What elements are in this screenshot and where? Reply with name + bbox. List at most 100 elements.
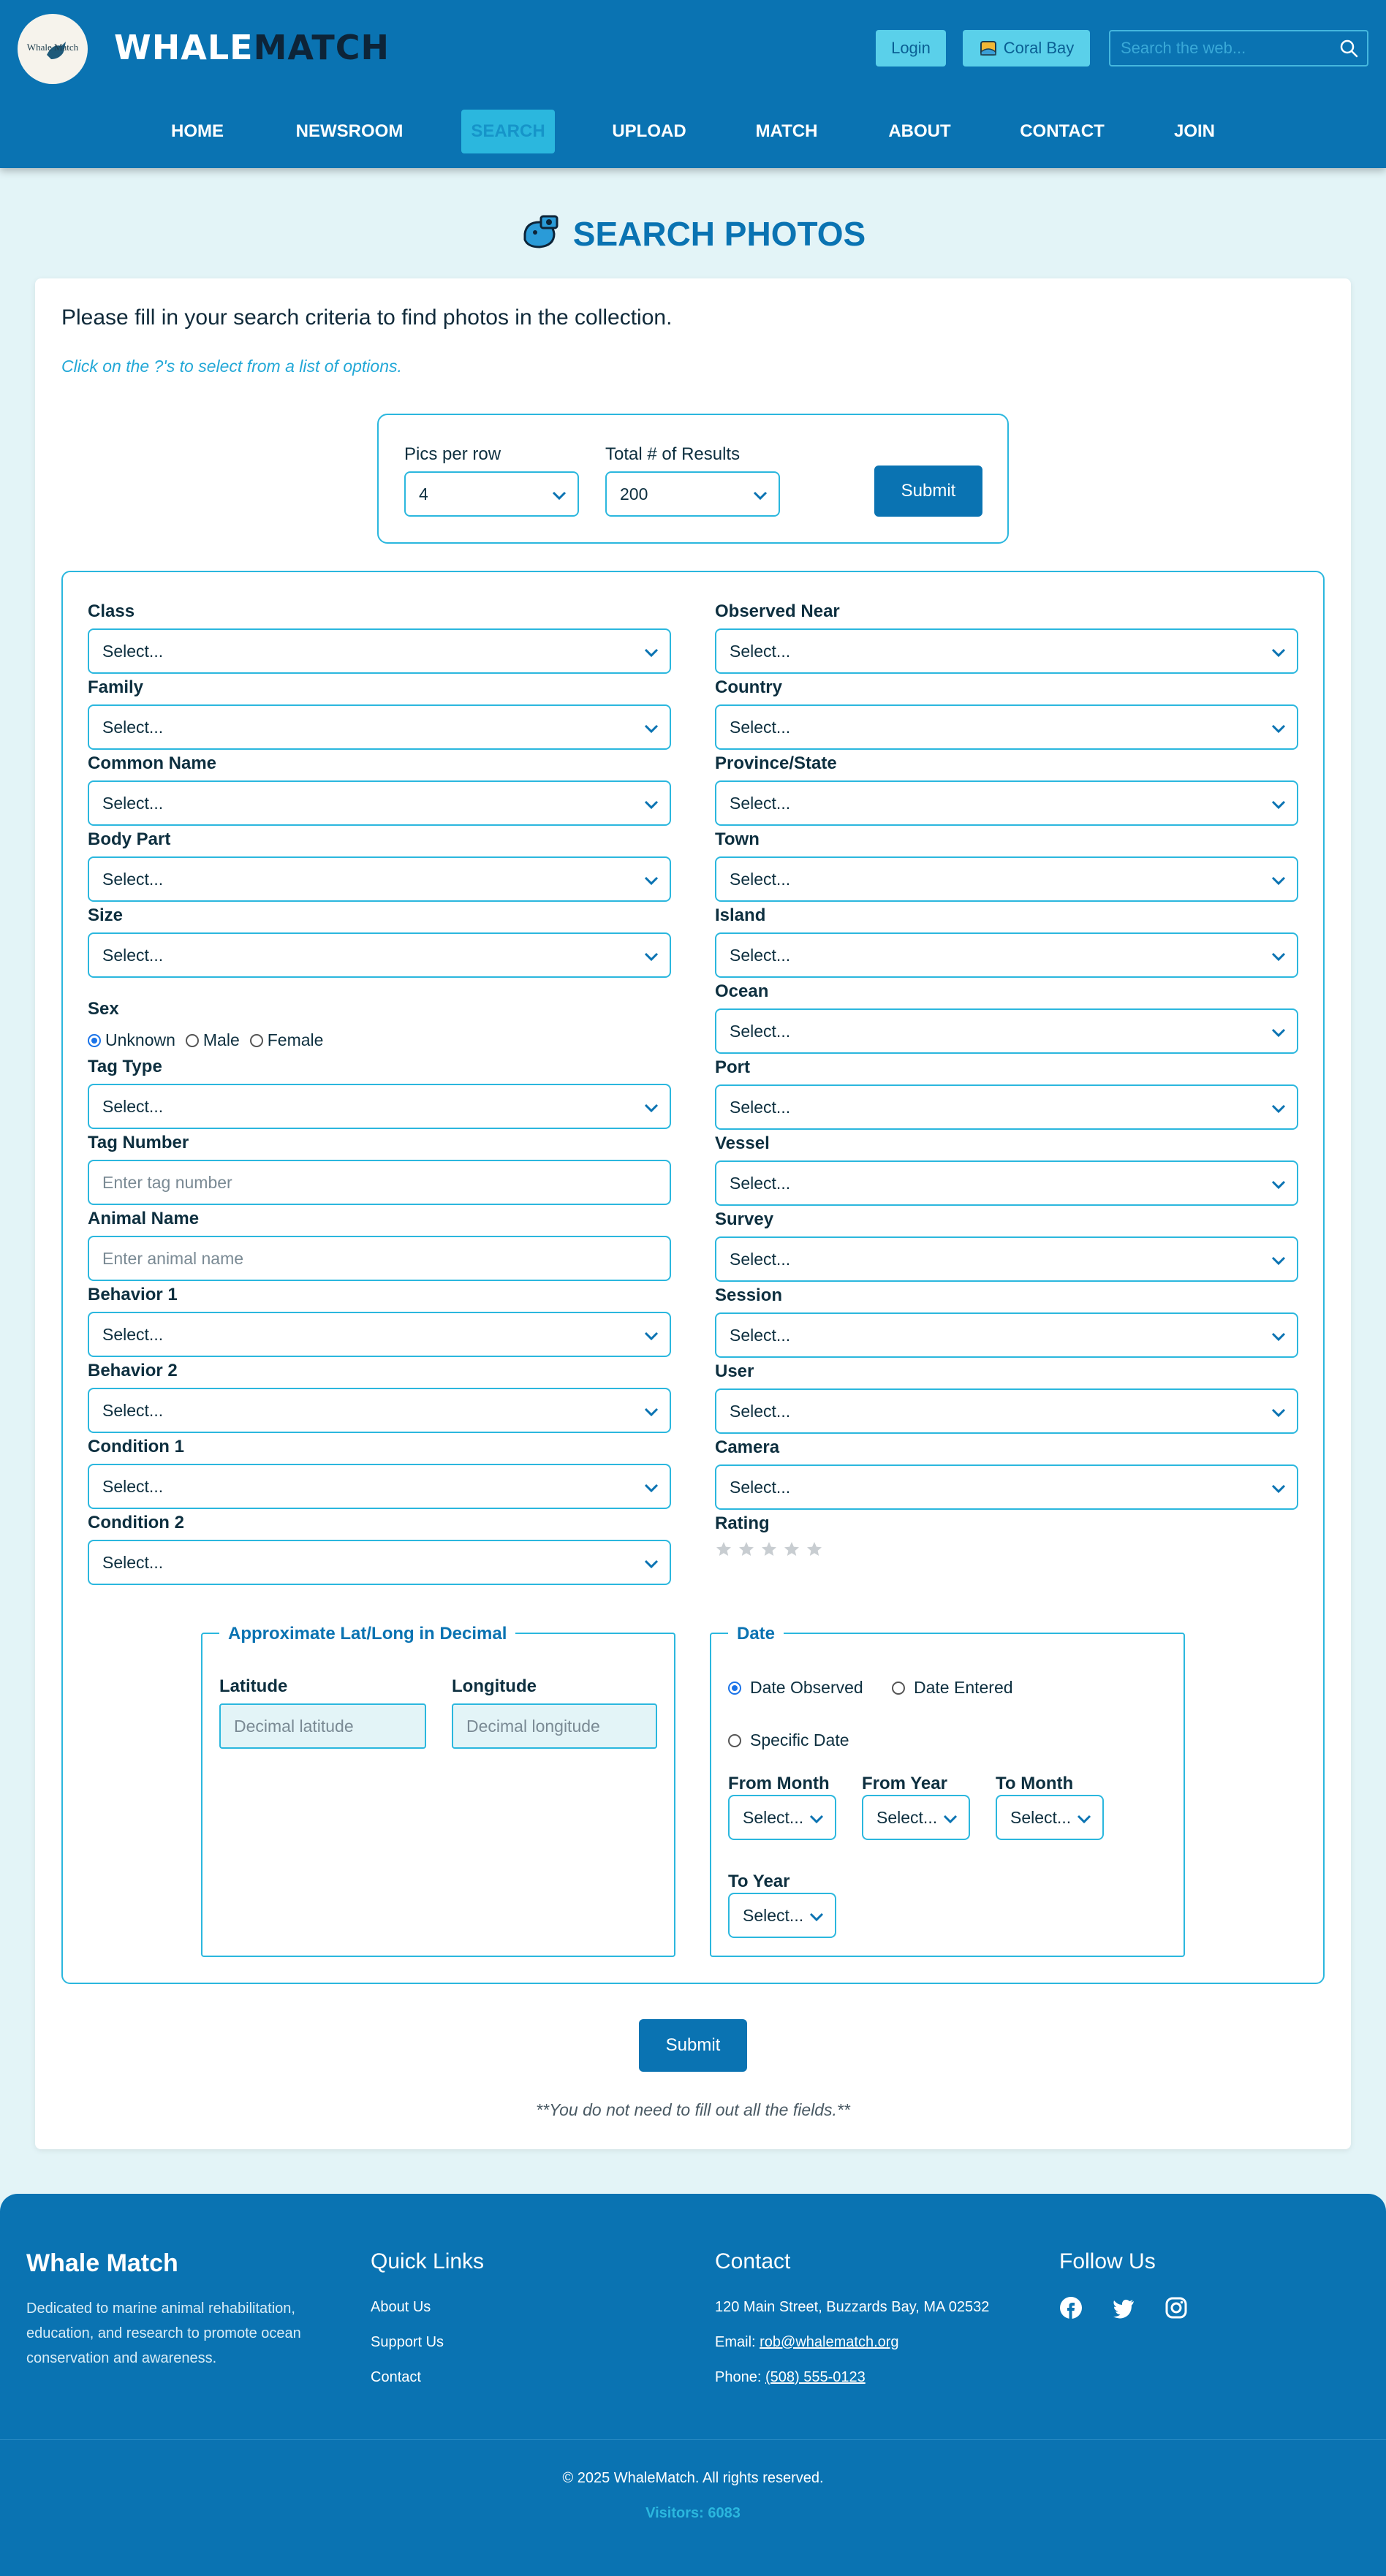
animal-name-label: Animal Name — [88, 1209, 200, 1228]
date-entered-option: Date Entered — [892, 1678, 1013, 1698]
province-select[interactable]: Select... — [715, 780, 1298, 826]
display-submit-button[interactable]: Submit — [874, 466, 982, 517]
sex-male-radio[interactable] — [185, 1033, 199, 1047]
survey-select[interactable]: Select... — [715, 1236, 1298, 1282]
class-select[interactable]: Select... — [88, 628, 671, 674]
animal-name-input[interactable] — [88, 1236, 671, 1281]
chevron-down-icon — [552, 491, 567, 501]
note-text: **You do not need to fill out all the fi… — [536, 2100, 850, 2119]
search-input[interactable] — [1121, 31, 1333, 65]
email-link[interactable]: rob@whalematch.org — [760, 2334, 898, 2350]
nav-about[interactable]: ABOUT — [882, 110, 958, 153]
island-select[interactable]: Select... — [715, 932, 1298, 978]
star-icon[interactable] — [715, 1540, 732, 1558]
latitude-input[interactable] — [219, 1703, 426, 1749]
country-label: Country — [715, 677, 782, 697]
island-label: Island — [715, 905, 766, 925]
phone-link[interactable]: (508) 555-0123 — [765, 2369, 866, 2385]
sex-unknown-label: Unknown — [105, 1030, 175, 1049]
chevron-down-icon — [644, 1103, 659, 1113]
select-value: Select... — [730, 1021, 791, 1041]
camera-select[interactable]: Select... — [715, 1464, 1298, 1510]
select-value: Select... — [730, 1097, 791, 1117]
date-entered-radio[interactable] — [892, 1681, 905, 1695]
tag-type-select[interactable]: Select... — [88, 1084, 671, 1129]
sex-male-label: Male — [202, 1030, 240, 1049]
town-select[interactable]: Select... — [715, 856, 1298, 902]
copyright: © 2025 WhaleMatch. All rights reserved. — [562, 2470, 824, 2486]
date-observed-radio[interactable] — [728, 1681, 741, 1695]
star-icon[interactable] — [783, 1540, 800, 1558]
to-month-select[interactable]: Select... — [996, 1795, 1104, 1840]
size-label: Size — [88, 905, 124, 925]
to-year-label: To Year — [728, 1872, 790, 1891]
chevron-down-icon — [1271, 952, 1286, 962]
login-button[interactable]: Login — [876, 30, 946, 67]
specific-date-radio[interactable] — [728, 1733, 741, 1747]
port-select[interactable]: Select... — [715, 1084, 1298, 1130]
to-year-select[interactable]: Select... — [728, 1893, 836, 1938]
sex-unknown-radio[interactable] — [88, 1033, 101, 1047]
submit-button[interactable]: Submit — [639, 2019, 747, 2072]
condition1-select[interactable]: Select... — [88, 1464, 671, 1509]
behavior2-select[interactable]: Select... — [88, 1388, 671, 1433]
total-results-value: 200 — [620, 484, 648, 504]
body-part-select[interactable]: Select... — [88, 856, 671, 902]
family-select[interactable]: Select... — [88, 704, 671, 750]
footer-link-about[interactable]: About Us — [371, 2299, 431, 2316]
sex-female-radio[interactable] — [249, 1033, 263, 1047]
nav-home[interactable]: HOME — [161, 110, 234, 153]
latitude-label: Latitude — [219, 1676, 288, 1696]
star-icon[interactable] — [806, 1540, 823, 1558]
site-header: Whale Match WHALEMATCH Login Coral Bay H… — [0, 0, 1386, 168]
footer-link-contact[interactable]: Contact — [371, 2369, 421, 2386]
search-icon[interactable] — [1339, 39, 1358, 58]
footer-divider — [0, 2439, 1386, 2440]
select-value: Select... — [730, 1477, 791, 1497]
page-title: SEARCH PHOTOS — [0, 212, 1386, 256]
size-select[interactable]: Select... — [88, 932, 671, 978]
session-select[interactable]: Select... — [715, 1312, 1298, 1358]
user-select[interactable]: Select... — [715, 1388, 1298, 1434]
behavior2-label: Behavior 2 — [88, 1361, 178, 1380]
nav-search[interactable]: SEARCH — [461, 110, 555, 153]
nav-match[interactable]: MATCH — [747, 110, 826, 153]
instagram-icon[interactable] — [1165, 2296, 1188, 2319]
tag-number-input[interactable] — [88, 1160, 671, 1205]
observed-near-select[interactable]: Select... — [715, 628, 1298, 674]
longitude-input[interactable] — [452, 1703, 657, 1749]
intro-text: Please fill in your search criteria to f… — [61, 305, 673, 330]
total-results-select[interactable]: 200 — [605, 471, 780, 517]
nav-join[interactable]: JOIN — [1165, 110, 1224, 153]
pics-per-row-select[interactable]: 4 — [404, 471, 579, 517]
behavior1-select[interactable]: Select... — [88, 1312, 671, 1357]
class-label: Class — [88, 601, 135, 621]
twitter-icon[interactable] — [1112, 2296, 1135, 2319]
country-select[interactable]: Select... — [715, 704, 1298, 750]
longitude-label: Longitude — [452, 1676, 537, 1696]
vessel-select[interactable]: Select... — [715, 1160, 1298, 1206]
from-month-select[interactable]: Select... — [728, 1795, 836, 1840]
from-year-select[interactable]: Select... — [862, 1795, 970, 1840]
select-value: Select... — [730, 1325, 791, 1345]
nav-newsroom[interactable]: NEWSROOM — [289, 110, 409, 153]
brand-title[interactable]: WHALEMATCH — [114, 28, 390, 67]
nav-contact[interactable]: CONTACT — [1013, 110, 1111, 153]
footer-link-support[interactable]: Support Us — [371, 2334, 444, 2351]
location-button[interactable]: Coral Bay — [963, 30, 1090, 67]
condition2-select[interactable]: Select... — [88, 1540, 671, 1585]
follow-title: Follow Us — [1059, 2249, 1156, 2273]
tag-type-label: Tag Type — [88, 1057, 162, 1076]
nav-upload[interactable]: UPLOAD — [605, 110, 693, 153]
common-name-select[interactable]: Select... — [88, 780, 671, 826]
ocean-select[interactable]: Select... — [715, 1008, 1298, 1054]
common-name-label: Common Name — [88, 753, 217, 773]
star-icon[interactable] — [760, 1540, 778, 1558]
survey-label: Survey — [715, 1209, 774, 1229]
select-value: Select... — [102, 793, 164, 813]
select-value: Select... — [730, 1173, 791, 1193]
select-value: Select... — [743, 1807, 804, 1827]
star-icon[interactable] — [738, 1540, 755, 1558]
sex-label: Sex — [88, 999, 119, 1019]
facebook-icon[interactable] — [1059, 2296, 1083, 2319]
